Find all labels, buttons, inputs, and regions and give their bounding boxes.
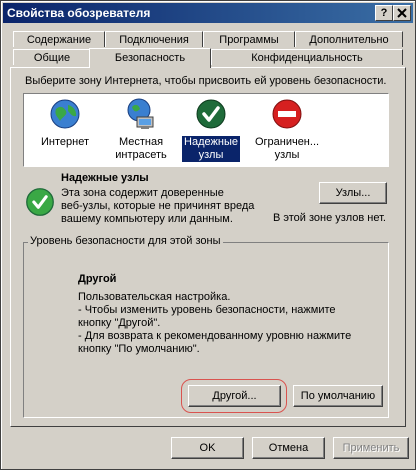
- selected-zone-icon-wrap: [25, 187, 55, 220]
- zone-restricted-sites[interactable]: Ограничен... узлы: [252, 97, 322, 162]
- tab-advanced[interactable]: Дополнительно: [295, 31, 403, 47]
- zone-list[interactable]: Интернет Местная интрасеть Надежные узлы: [23, 93, 389, 167]
- zone-local-intranet[interactable]: Местная интрасеть: [106, 97, 176, 162]
- zone-label: Местная интрасеть: [115, 136, 167, 161]
- tab-content[interactable]: Содержание: [13, 31, 105, 47]
- description-line: веб-узлы, которые не причинят вреда: [61, 200, 255, 212]
- trusted-check-icon: [196, 99, 226, 129]
- close-button[interactable]: [393, 5, 411, 21]
- level-line: Пользовательская настройка.: [78, 291, 231, 303]
- window-title: Свойства обозревателя: [7, 6, 151, 20]
- title-bar[interactable]: Свойства обозревателя ?: [3, 3, 413, 23]
- selected-zone-description: Эта зона содержит доверенные веб-узлы, к…: [61, 187, 254, 226]
- security-level-description: Пользовательская настройка. - Чтобы изме…: [78, 291, 351, 356]
- level-line: кнопку "Другой".: [78, 317, 161, 329]
- level-line: - Чтобы изменить уровень безопасности, н…: [78, 304, 336, 316]
- tab-connections[interactable]: Подключения: [105, 31, 203, 47]
- tab-programs[interactable]: Программы: [203, 31, 295, 47]
- zone-label: Надежные узлы: [181, 135, 241, 163]
- cancel-button[interactable]: Отмена: [252, 437, 325, 459]
- help-button[interactable]: ?: [375, 5, 393, 21]
- ok-button[interactable]: OK: [171, 437, 244, 459]
- zone-instruction: Выберите зону Интернета, чтобы присвоить…: [25, 75, 387, 87]
- tab-general[interactable]: Общие: [13, 49, 91, 65]
- intranet-icon: [127, 98, 154, 129]
- close-icon: [397, 8, 407, 18]
- sites-note: В этой зоне узлов нет.: [273, 212, 386, 224]
- default-level-button[interactable]: По умолчанию: [293, 385, 383, 407]
- globe-icon: [50, 99, 80, 129]
- custom-level-button[interactable]: Другой...: [188, 385, 281, 407]
- sites-button[interactable]: Узлы...: [319, 182, 387, 204]
- zone-label: Ограничен... узлы: [254, 136, 320, 161]
- zone-trusted-sites[interactable]: Надежные узлы: [176, 97, 246, 163]
- zone-label: Интернет: [41, 136, 89, 148]
- restricted-icon: [272, 99, 302, 129]
- description-line: Эта зона содержит доверенные: [61, 187, 224, 199]
- level-line: кнопку "По умолчанию".: [78, 343, 200, 355]
- internet-options-window: Свойства обозревателя ? Содержание Подкл…: [0, 0, 416, 470]
- zone-internet[interactable]: Интернет: [30, 97, 100, 149]
- description-line: вашему компьютеру или данным.: [61, 213, 233, 225]
- level-line: - Для возврата к рекомендованному уровню…: [78, 330, 352, 342]
- tab-security[interactable]: Безопасность: [89, 48, 211, 68]
- security-level-title: Другой: [78, 273, 117, 285]
- tab-privacy[interactable]: Конфиденциальность: [211, 49, 403, 65]
- trusted-check-icon: [26, 188, 54, 216]
- apply-button[interactable]: Применить: [333, 437, 409, 459]
- selected-zone-title: Надежные узлы: [61, 172, 149, 184]
- security-level-legend: Уровень безопасности для этой зоны: [28, 235, 223, 247]
